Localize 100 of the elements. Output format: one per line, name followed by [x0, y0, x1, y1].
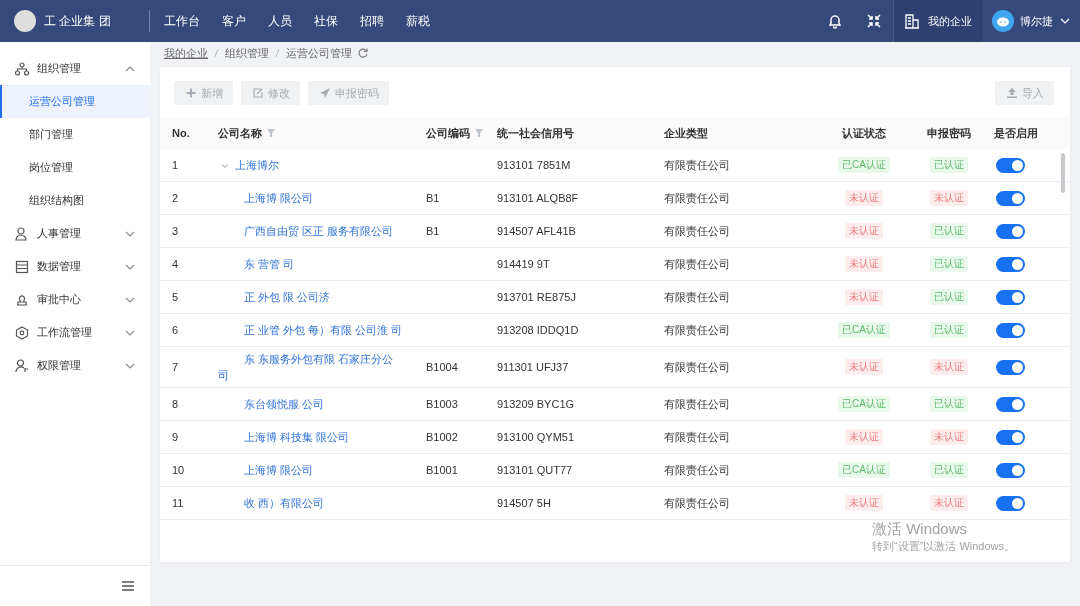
company-link[interactable]: 收 西）有限公司	[218, 495, 404, 511]
status-tag: 未认证	[845, 289, 883, 305]
table-cell: 有限责任公司	[664, 191, 730, 204]
table-cell: 有限责任公司	[664, 397, 730, 410]
sidebar-item[interactable]: 岗位管理	[0, 151, 150, 184]
column-header: 公司编码	[426, 125, 470, 141]
stamp-icon	[15, 292, 29, 307]
status-tag: 未认证	[930, 495, 968, 511]
bell-icon[interactable]	[827, 13, 843, 29]
company-link[interactable]: 东 营管 司	[218, 256, 404, 272]
activation-title: 激活 Windows	[872, 520, 969, 539]
toggle-switch[interactable]	[996, 256, 1025, 272]
toggle-switch[interactable]	[996, 190, 1025, 206]
table-cell: 911301 UFJ37	[497, 361, 569, 373]
toggle-switch[interactable]	[996, 429, 1025, 445]
status-tag: 已认证	[930, 289, 968, 305]
table-cell: 913701 RE875J	[497, 291, 576, 303]
separator-icon	[275, 48, 280, 58]
company-link[interactable]: 上海博 科技集 限公司	[218, 429, 404, 445]
table-cell: 有限责任公司	[664, 463, 730, 476]
sidebar-group[interactable]: 人事管理	[0, 217, 150, 250]
company-link[interactable]: 上海博 限公司	[218, 190, 404, 206]
menu-icon[interactable]	[122, 581, 134, 591]
status-tag: 未认证	[930, 190, 968, 206]
sidebar-item[interactable]: 运营公司管理	[0, 85, 150, 118]
company-link[interactable]: 东 东服务外包有限 石家庄分公司	[218, 351, 404, 383]
sidebar-group[interactable]: 工作流管理	[0, 316, 150, 349]
table-cell: 913100 QYM51	[497, 431, 575, 443]
row-number: 7	[172, 361, 179, 373]
status-tag: 已认证	[930, 223, 968, 239]
sidebar-group[interactable]: 组织管理	[0, 52, 150, 85]
toggle-switch[interactable]	[996, 157, 1025, 173]
upload-icon	[1007, 88, 1017, 98]
status-tag: 已CA认证	[838, 157, 890, 173]
column-header: 是否启用	[994, 125, 1038, 141]
user-menu[interactable]: 博尔捷	[982, 0, 1080, 42]
toggle-switch[interactable]	[996, 223, 1025, 239]
table-cell: 913101 7851M	[497, 159, 571, 171]
edit-icon	[253, 88, 263, 98]
nav-link[interactable]: 工作台	[164, 12, 200, 30]
nav-link[interactable]: 客户	[222, 12, 246, 30]
table-cell: 有限责任公司	[664, 430, 730, 443]
breadcrumb-link[interactable]: 我的企业	[164, 45, 208, 61]
sidebar-item[interactable]: 组织结构图	[0, 184, 150, 217]
company-link[interactable]: 正 业管 外包 每）有限 公司淮 司	[218, 322, 404, 338]
table-cell: 913101 ALQB8F	[497, 192, 579, 204]
row-number: 8	[172, 398, 179, 410]
column-header: 认证状态	[842, 125, 886, 141]
sidebar-group[interactable]: 权限管理	[0, 349, 150, 382]
status-tag: 未认证	[845, 359, 883, 375]
row-number: 4	[172, 258, 179, 270]
breadcrumb-link[interactable]: 组织管理	[225, 45, 269, 61]
row-number: 6	[172, 324, 179, 336]
table-cell: 914507 AFL41B	[497, 225, 576, 237]
nav-link[interactable]: 社保	[314, 12, 338, 30]
org-chart-icon	[15, 61, 29, 76]
scrollbar[interactable]	[1061, 153, 1065, 193]
table-icon	[15, 259, 29, 274]
company-link[interactable]: 上海博尔	[235, 159, 279, 171]
sidebar-item[interactable]: 部门管理	[0, 118, 150, 151]
toggle-switch[interactable]	[996, 495, 1025, 511]
row-number: 3	[172, 225, 179, 237]
column-header: 统一社会信用号	[497, 125, 574, 141]
table-cell: 有限责任公司	[664, 257, 730, 270]
table-cell: 914419 9T	[497, 258, 550, 270]
table-cell: 有限责任公司	[664, 496, 730, 509]
company-link[interactable]: 上海博 限公司	[218, 462, 404, 478]
table-cell: 有限责任公司	[664, 323, 730, 336]
column-header: 申报密码	[927, 125, 971, 141]
sidebar-group[interactable]: 数据管理	[0, 250, 150, 283]
company-link[interactable]: 广西自由贸 区正 服务有限公司	[218, 223, 404, 239]
table-cell: B1	[426, 192, 440, 204]
table-cell: 有限责任公司	[664, 158, 730, 171]
row-number: 2	[172, 192, 179, 204]
nav-link[interactable]: 薪税	[406, 12, 430, 30]
table-cell: B1003	[426, 398, 458, 410]
refresh-icon[interactable]	[358, 48, 368, 58]
toggle-switch[interactable]	[996, 462, 1025, 478]
building-icon	[905, 13, 919, 29]
plus-icon	[186, 88, 196, 98]
company-link[interactable]: 正 外包 限 公司济	[218, 289, 404, 305]
toggle-switch[interactable]	[996, 289, 1025, 305]
status-tag: 已认证	[930, 462, 968, 478]
row-number: 5	[172, 291, 179, 303]
row-number: 11	[172, 497, 184, 509]
user-key-icon	[15, 358, 29, 373]
collapse-icon[interactable]	[867, 14, 881, 28]
nav-link[interactable]: 招聘	[360, 12, 384, 30]
status-tag: 未认证	[845, 256, 883, 272]
toggle-switch[interactable]	[996, 396, 1025, 412]
breadcrumb-link[interactable]: 运营公司管理	[286, 45, 352, 61]
toggle-switch[interactable]	[996, 359, 1025, 375]
nav-link[interactable]: 人员	[268, 12, 292, 30]
table-cell: B1	[426, 225, 440, 237]
my-enterprise-button[interactable]: 我的企业	[893, 0, 982, 42]
send-icon	[320, 88, 330, 98]
company-link[interactable]: 东台领悦服 公司	[218, 396, 404, 412]
sidebar-group[interactable]: 审批中心	[0, 283, 150, 316]
toggle-switch[interactable]	[996, 322, 1025, 338]
avatar-icon	[992, 10, 1014, 32]
